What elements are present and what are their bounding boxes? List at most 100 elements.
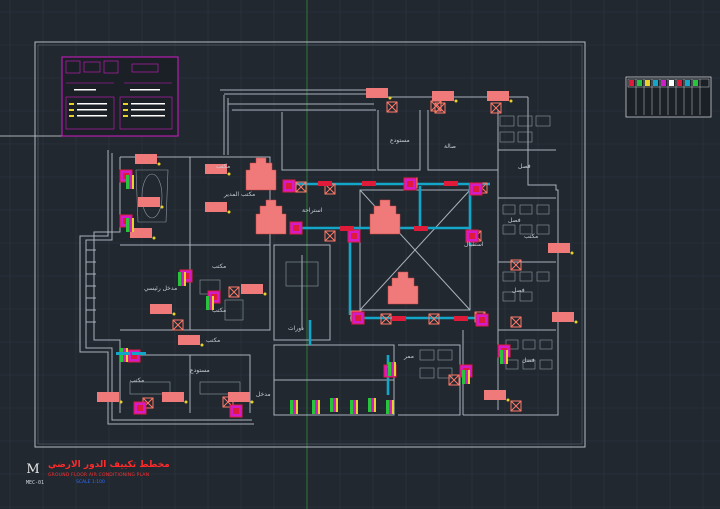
room-label: فصل (508, 217, 521, 224)
duct-fitting (318, 181, 332, 186)
diffuser-cross (172, 319, 184, 331)
tag-leader-dot (119, 400, 123, 404)
schedule-icon (629, 80, 634, 86)
fixture-magenta (389, 400, 392, 414)
diffuser (510, 400, 522, 412)
equipment-tag (366, 88, 388, 98)
tag-leader-dot (506, 398, 510, 402)
fixture-yellow (374, 398, 376, 412)
fixture-yellow (336, 398, 338, 412)
fixture-yellow (132, 218, 134, 232)
diffuser (324, 230, 336, 242)
ac-unit-core (469, 233, 475, 239)
diffuser (228, 286, 240, 298)
diffuser (490, 102, 502, 114)
room-label: مدخل رئيسي (144, 285, 177, 292)
room-label: فصل (522, 357, 535, 364)
diffuser (510, 316, 522, 328)
ac-unit-core (286, 183, 292, 189)
room-label: مستودع (390, 137, 410, 144)
room-label: صالة (444, 143, 456, 150)
schedule-icon (669, 80, 674, 86)
tag-leader-dot (157, 162, 161, 166)
fixture-magenta (465, 370, 468, 384)
fixture-yellow (184, 272, 186, 286)
fixture-magenta (371, 398, 374, 412)
diffuser-cross (448, 374, 460, 386)
ac-unit-core (233, 408, 239, 414)
fixture-green (388, 362, 391, 376)
diffuser-cross (324, 230, 336, 242)
fixture-yellow (394, 362, 396, 376)
tag-leader-dot (454, 99, 458, 103)
duct-fitting (444, 181, 458, 186)
building-walls (79, 89, 559, 425)
fixture-yellow (468, 370, 470, 384)
schedule-icon (693, 80, 698, 86)
room-label: فصل (512, 287, 525, 294)
schedule-icon (677, 80, 682, 86)
equipment-tag (162, 392, 184, 402)
fixture-magenta (181, 272, 184, 286)
equipment-tag (205, 202, 227, 212)
tag-leader-dot (227, 172, 231, 176)
ac-unit-core (479, 317, 485, 323)
cad-drawing-canvas[interactable]: مكتب مكتب المدير مكتب مكتب صالة مستودع ا… (0, 0, 720, 509)
schedule-icon (653, 80, 658, 86)
tag-leader-dot (152, 236, 156, 240)
equipment-tag (432, 91, 454, 101)
room-label: مكتب المدير (223, 191, 255, 198)
duct-fitting (454, 316, 468, 321)
diffuser-cross (490, 102, 502, 114)
tag-leader-dot (574, 320, 578, 324)
room-labels: مكتب مكتب المدير مكتب مكتب صالة مستودع ا… (130, 137, 538, 398)
room-label: مكتب (524, 233, 538, 240)
fixture-green (312, 400, 315, 414)
room-label: دورات (288, 325, 304, 332)
duct-fitting (414, 226, 428, 231)
equipment-tag (548, 243, 570, 253)
ac-unit-core (407, 181, 413, 187)
room-label: مستودع (190, 367, 210, 374)
fixture-magenta (315, 400, 318, 414)
tag-leader-dot (184, 400, 188, 404)
ac-unit-core (355, 315, 361, 321)
fixture-yellow (132, 175, 134, 189)
tag-leader-dot (509, 99, 513, 103)
diffuser (448, 374, 460, 386)
room-label: مكتب (212, 307, 226, 314)
diffuser (172, 319, 184, 331)
equipment-tag (228, 392, 250, 402)
schedule-icon (661, 80, 666, 86)
fixture-green (126, 175, 129, 189)
furniture (129, 115, 553, 395)
equipment-tag (487, 91, 509, 101)
legend-panel (61, 56, 179, 137)
equipment-tag (484, 390, 506, 400)
schedule-icon (685, 80, 690, 86)
fixture-green (368, 398, 371, 412)
room-label: مدخل (256, 391, 271, 398)
ac-unit-core (473, 186, 479, 192)
fixture-yellow (356, 400, 358, 414)
ac-unit-core (351, 233, 357, 239)
ac-unit-core (293, 225, 299, 231)
fixture-magenta (293, 400, 296, 414)
equipment-tag (135, 154, 157, 164)
company-logo: M (26, 462, 40, 477)
fixture-magenta (129, 175, 132, 189)
drawing-title-arabic: مخطط تكييف الدور الارضي (48, 460, 170, 470)
fixture-green (386, 400, 389, 414)
room-label: مكتب (216, 163, 230, 170)
fixture-blue (116, 352, 130, 355)
tag-leader-dot (200, 343, 204, 347)
diffuser-cross (510, 316, 522, 328)
fixture-magenta (503, 350, 506, 364)
tag-leader-dot (570, 251, 574, 255)
fixture-magenta (353, 400, 356, 414)
tag-leader-dot (172, 312, 176, 316)
tag-leader-dot (263, 292, 267, 296)
fixture-yellow (296, 400, 298, 414)
tag-leader-dot (388, 96, 392, 100)
fixture-yellow (318, 400, 320, 414)
